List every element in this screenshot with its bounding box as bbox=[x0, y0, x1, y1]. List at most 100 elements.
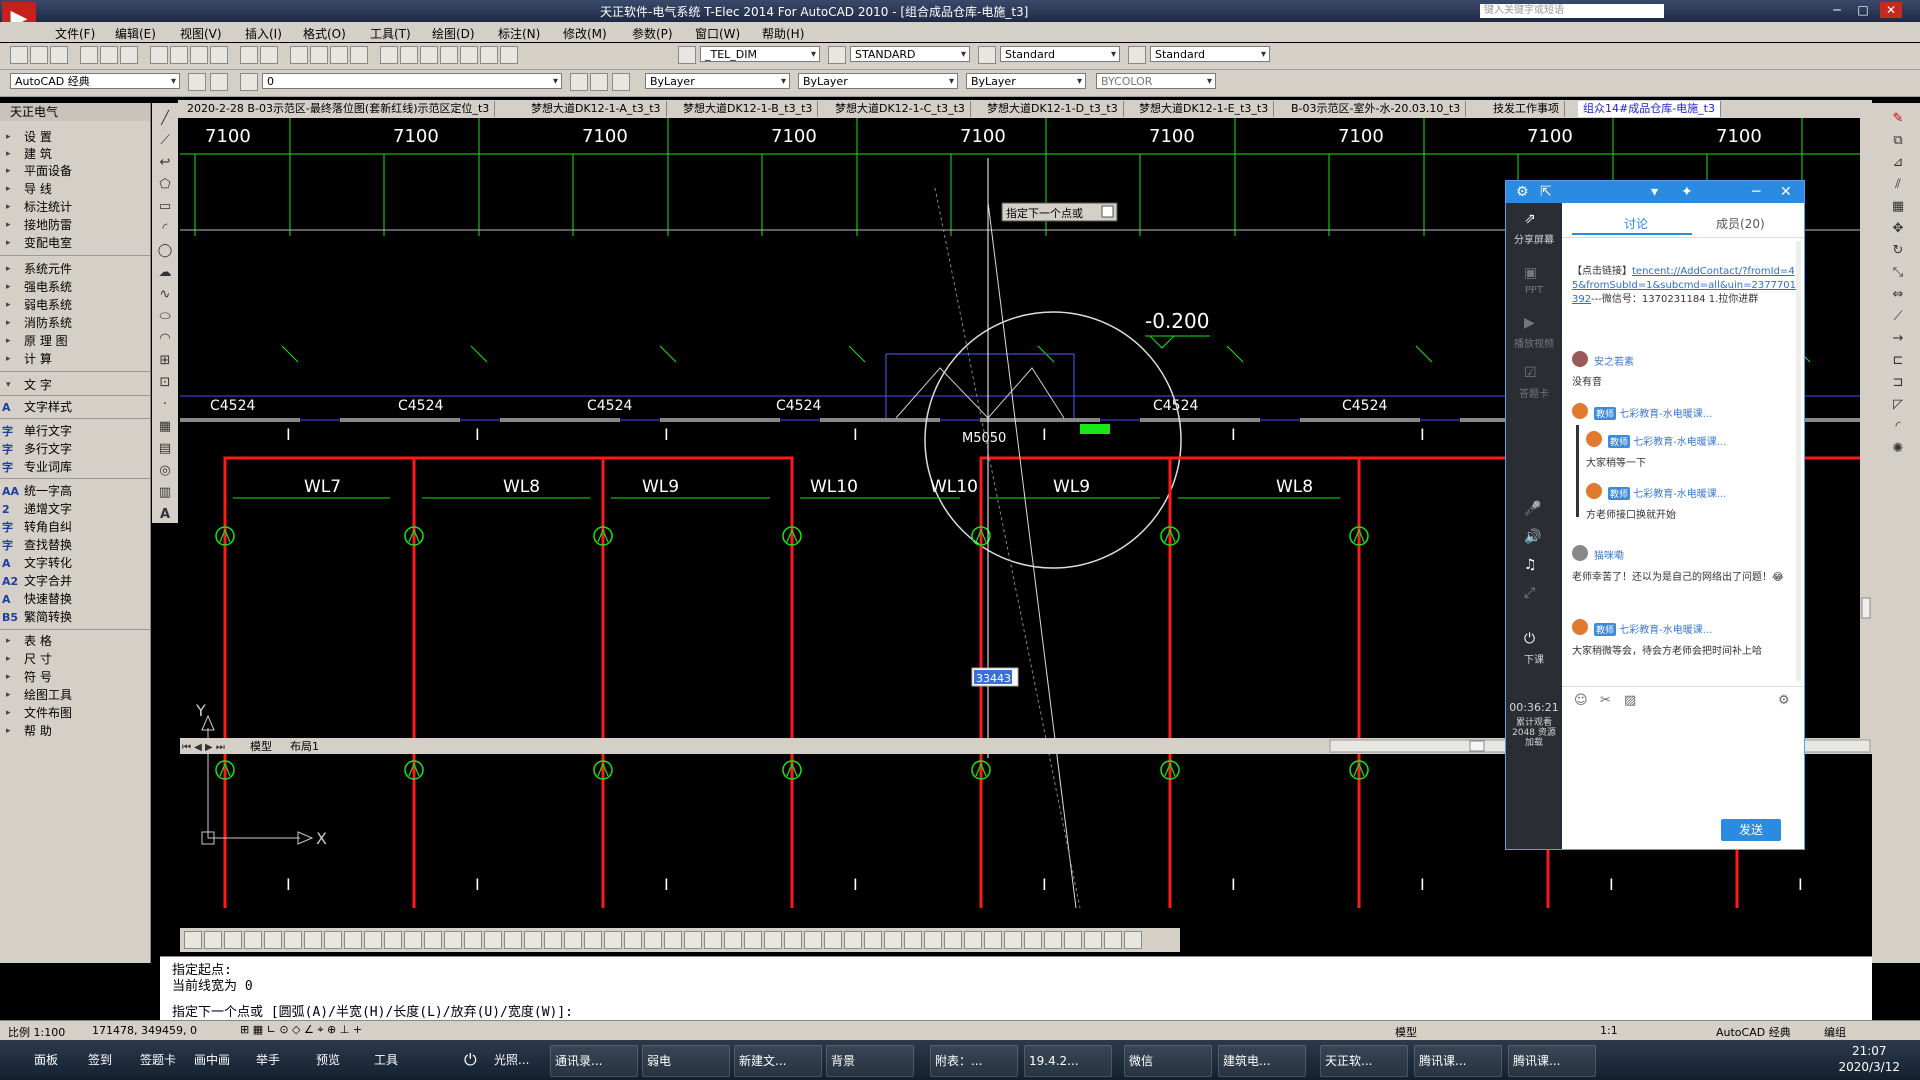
properties-icon[interactable] bbox=[380, 46, 398, 64]
tangent-tool-icon[interactable] bbox=[744, 931, 762, 949]
tangent-tool-icon[interactable] bbox=[324, 931, 342, 949]
rotate-icon[interactable]: ↻ bbox=[1890, 243, 1906, 259]
plotstyle-select[interactable]: BYCOLOR bbox=[1096, 73, 1216, 89]
chat-username[interactable]: 教师 七彩教育-水电暖课... bbox=[1594, 621, 1712, 636]
table-style-select[interactable]: Standard bbox=[1000, 46, 1120, 62]
erase-icon[interactable]: ✎ bbox=[1890, 111, 1906, 127]
coordinates-readout[interactable]: 171478, 349459, 0 bbox=[92, 1024, 197, 1037]
pip-button[interactable]: 画中画 bbox=[190, 1045, 230, 1075]
hatch-icon[interactable]: ▦ bbox=[157, 419, 173, 435]
menu-item-symbol[interactable]: ▸ 符 号 bbox=[0, 669, 150, 686]
tangent-tool-icon[interactable] bbox=[924, 931, 942, 949]
mtext-icon[interactable]: A bbox=[157, 507, 173, 523]
command-prompt[interactable]: 指定下一个点或 [圆弧(A)/半宽(H)/长度(L)/放弃(U)/宽度(W)]: bbox=[172, 1001, 573, 1020]
tangent-tool-icon[interactable] bbox=[944, 931, 962, 949]
tool-palette-icon[interactable] bbox=[420, 46, 438, 64]
raise-hand-button[interactable]: 举手 bbox=[252, 1045, 280, 1075]
make-block-icon[interactable]: ⊡ bbox=[157, 375, 173, 391]
text-style-item[interactable]: A 文字样式 bbox=[0, 399, 150, 416]
drawing-tab[interactable]: 2020-2-28 B-03示范区-最终落位图(套新红线)示范区定位_t3 bbox=[182, 101, 496, 117]
make-current-layer-icon[interactable] bbox=[570, 73, 588, 91]
tangent-tool-icon[interactable] bbox=[1084, 931, 1102, 949]
chat-username[interactable]: 安之若素 bbox=[1594, 353, 1634, 368]
menu-item-grounding[interactable]: ▸ 接地防雷 bbox=[0, 217, 150, 234]
new-file-icon[interactable] bbox=[10, 46, 28, 64]
tangent-tool-icon[interactable] bbox=[444, 931, 462, 949]
polygon-icon[interactable]: ⬠ bbox=[157, 177, 173, 193]
tangent-tool-icon[interactable] bbox=[684, 931, 702, 949]
multileader-style-icon[interactable] bbox=[1128, 46, 1146, 64]
offset-icon[interactable]: ⫽ bbox=[1890, 177, 1906, 193]
drawing-tab[interactable]: 梦想大道DK12-1-C_t3_t3 bbox=[830, 101, 971, 117]
tangent-tool-icon[interactable] bbox=[244, 931, 262, 949]
tangent-tool-icon[interactable] bbox=[784, 931, 802, 949]
paste-icon[interactable] bbox=[190, 46, 208, 64]
dim-style-select[interactable]: STANDARD bbox=[850, 46, 970, 62]
tangent-tool-icon[interactable] bbox=[804, 931, 822, 949]
class-panel-button[interactable]: 面板 bbox=[30, 1045, 58, 1075]
tangent-tool-icon[interactable] bbox=[1004, 931, 1022, 949]
preview-button[interactable]: 预览 bbox=[312, 1045, 340, 1075]
tangent-tool-icon[interactable] bbox=[364, 931, 382, 949]
tangent-tool-icon[interactable] bbox=[184, 931, 202, 949]
snap-toggles-icon[interactable]: ⊞ ▦ ∟ ⊙ ◇ ∠ ⌖ ⊕ ⊥ + bbox=[240, 1023, 362, 1037]
tangent-tool-icon[interactable] bbox=[824, 931, 842, 949]
menu-item-calc[interactable]: ▸ 计 算 bbox=[0, 351, 150, 368]
mirror-icon[interactable]: ⊿ bbox=[1890, 155, 1906, 171]
workspace-switch[interactable]: AutoCAD 经典 bbox=[1716, 1024, 1791, 1040]
find-replace-item[interactable]: 字查找替换 bbox=[0, 537, 150, 554]
chat-username[interactable]: 教师 七彩教育-水电暖课... bbox=[1608, 485, 1726, 500]
insert-block-icon[interactable]: ⊞ bbox=[157, 353, 173, 369]
menu-item-settings[interactable]: ▸ 设 置 bbox=[0, 129, 150, 146]
chamfer-icon[interactable]: ◸ bbox=[1890, 397, 1906, 413]
zoom-previous-icon[interactable] bbox=[350, 46, 368, 64]
tangent-tool-icon[interactable] bbox=[644, 931, 662, 949]
workspace-select[interactable]: AutoCAD 经典 bbox=[10, 73, 180, 89]
answer-card-label[interactable]: 答题卡 bbox=[1506, 385, 1562, 400]
menu-item-text[interactable]: ▾ 文 字 bbox=[0, 377, 150, 394]
polyline-icon[interactable]: ↩ bbox=[157, 155, 173, 171]
avatar[interactable] bbox=[1572, 403, 1588, 419]
group-edit[interactable]: 编组 bbox=[1824, 1024, 1846, 1040]
taskbar-app[interactable]: 腾讯课... bbox=[1414, 1045, 1502, 1077]
trim-icon[interactable]: ⟋ bbox=[1890, 309, 1906, 325]
system-clock[interactable]: 21:07 2020/3/12 bbox=[1838, 1043, 1900, 1075]
open-file-icon[interactable] bbox=[30, 46, 48, 64]
menu-item-table[interactable]: ▸ 表 格 bbox=[0, 633, 150, 650]
avatar[interactable] bbox=[1586, 483, 1602, 499]
menu-edit[interactable]: 编辑(E) bbox=[115, 25, 156, 42]
avatar[interactable] bbox=[1572, 545, 1588, 561]
menu-draw[interactable]: 绘图(D) bbox=[432, 25, 475, 42]
tab-discuss[interactable]: 讨论 bbox=[1624, 215, 1648, 232]
layer-previous-icon[interactable] bbox=[590, 73, 608, 91]
explode-icon[interactable]: ✺ bbox=[1890, 441, 1906, 457]
sign-in-button[interactable]: 签到 bbox=[84, 1045, 112, 1075]
quick-replace-item[interactable]: A 快速替换 bbox=[0, 591, 150, 608]
drawing-tab[interactable]: 梦想大道DK12-1-E_t3_t3 bbox=[1134, 101, 1275, 117]
menu-item-help[interactable]: ▸ 帮 助 bbox=[0, 723, 150, 740]
taskbar-app[interactable]: 天正软... bbox=[1320, 1045, 1408, 1077]
text-convert-item[interactable]: A 文字转化 bbox=[0, 555, 150, 572]
model-space-button[interactable]: 模型 bbox=[1395, 1024, 1417, 1040]
drawing-tab[interactable]: 梦想大道DK12-1-D_t3_t3 bbox=[982, 101, 1124, 117]
tangent-tool-icon[interactable] bbox=[604, 931, 622, 949]
rectangle-icon[interactable]: ▭ bbox=[157, 199, 173, 215]
rotate-correct-item[interactable]: 字转角自纠 bbox=[0, 519, 150, 536]
join-icon[interactable]: ⊐ bbox=[1890, 375, 1906, 391]
tools-button[interactable]: 工具 bbox=[370, 1045, 398, 1075]
taskbar-app[interactable]: 腾讯课... bbox=[1508, 1045, 1596, 1077]
taskbar-app[interactable]: 建筑电... bbox=[1218, 1045, 1306, 1077]
tangent-tool-icon[interactable] bbox=[844, 931, 862, 949]
xline-icon[interactable]: ⟋ bbox=[157, 133, 173, 149]
dropdown-icon[interactable]: ▾ bbox=[1651, 184, 1658, 200]
tangent-tool-icon[interactable] bbox=[864, 931, 882, 949]
annotation-scale[interactable]: 1:1 bbox=[1600, 1024, 1618, 1037]
scissors-icon[interactable]: ✂ bbox=[1600, 693, 1611, 708]
layout-tab-model[interactable]: 模型 bbox=[250, 739, 272, 753]
menu-item-dimension[interactable]: ▸ 尺 寸 bbox=[0, 651, 150, 668]
print-icon[interactable] bbox=[80, 46, 98, 64]
menu-format[interactable]: 格式(O) bbox=[303, 25, 346, 42]
menu-file[interactable]: 文件(F) bbox=[55, 25, 95, 42]
minimize-icon[interactable]: ─ bbox=[1826, 2, 1848, 18]
text-style-select[interactable]: _TEL_DIM bbox=[700, 46, 820, 62]
